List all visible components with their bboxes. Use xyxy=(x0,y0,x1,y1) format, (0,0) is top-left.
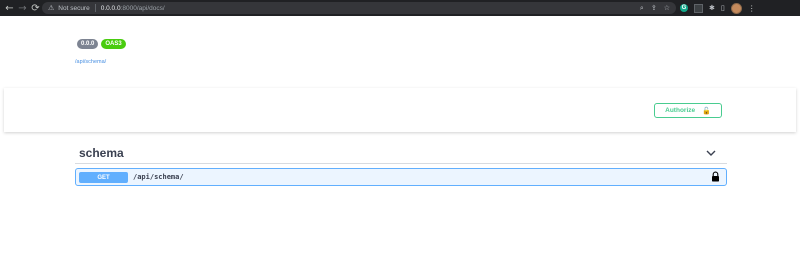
puzzle-extensions-icon[interactable]: ✱ xyxy=(709,4,715,12)
authorize-label: Authorize xyxy=(665,107,696,114)
back-arrow-icon[interactable]: ← xyxy=(3,0,16,16)
grammarly-extension-icon[interactable]: G xyxy=(680,4,688,12)
browser-toolbar: ← → ⟳ ⚠ Not secure 0.0.0.0:8000/api/docs… xyxy=(0,0,800,16)
url-host: 0.0.0.0 xyxy=(100,4,121,12)
operation-path: /api/schema/ xyxy=(133,173,184,181)
http-method-badge: GET xyxy=(79,172,128,183)
lock-icon[interactable] xyxy=(711,171,720,182)
browser-menu-icon[interactable]: ⋮ xyxy=(748,4,756,13)
extension-icon[interactable] xyxy=(694,3,703,13)
tag-title[interactable]: schema xyxy=(79,146,124,160)
side-panel-icon[interactable]: ▯ xyxy=(721,4,725,12)
address-divider xyxy=(94,4,96,12)
zoom-icon[interactable]: ⌕ xyxy=(640,4,644,13)
extensions-area: G ✱ ▯ ⋮ xyxy=(680,0,756,16)
address-bar[interactable]: ⚠ Not secure 0.0.0.0:8000/api/docs/ ⌕ ⇪ … xyxy=(42,2,676,14)
reload-icon[interactable]: ⟳ xyxy=(29,0,42,16)
version-badge: 0.0.0 xyxy=(77,39,99,49)
warning-icon[interactable]: ⚠ xyxy=(48,4,54,12)
url-path: :8000/api/docs/ xyxy=(120,4,165,12)
unlock-icon: 🔓 xyxy=(702,106,711,115)
info-badges: 0.0.0 OAS3 xyxy=(77,39,126,49)
forward-arrow-icon[interactable]: → xyxy=(16,0,29,16)
share-icon[interactable]: ⇪ xyxy=(651,4,657,12)
oas-badge: OAS3 xyxy=(101,39,126,49)
bookmark-star-icon[interactable]: ☆ xyxy=(664,4,670,12)
tag-divider xyxy=(75,163,727,164)
omnibox-actions: ⌕ ⇪ ☆ xyxy=(640,2,670,14)
authorize-button[interactable]: Authorize 🔓 xyxy=(654,103,722,118)
profile-avatar[interactable] xyxy=(730,2,742,14)
chevron-down-icon[interactable] xyxy=(705,147,717,159)
operation-get-schema[interactable]: GET /api/schema/ xyxy=(75,168,727,186)
url-text[interactable]: 0.0.0.0:8000/api/docs/ xyxy=(101,5,165,12)
schema-url-link[interactable]: /api/schema/ xyxy=(75,59,106,65)
not-secure-label[interactable]: Not secure xyxy=(58,5,89,12)
